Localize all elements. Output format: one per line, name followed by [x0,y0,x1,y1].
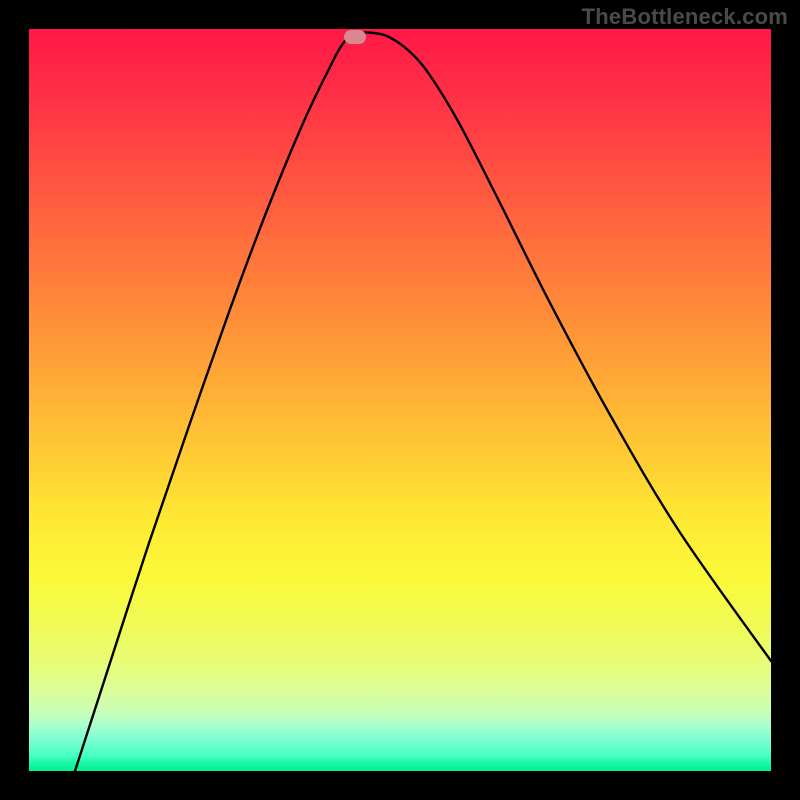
chart-curve [29,29,771,771]
chart-plot-area [29,29,771,771]
chart-marker [344,30,366,44]
watermark-text: TheBottleneck.com [582,4,788,30]
